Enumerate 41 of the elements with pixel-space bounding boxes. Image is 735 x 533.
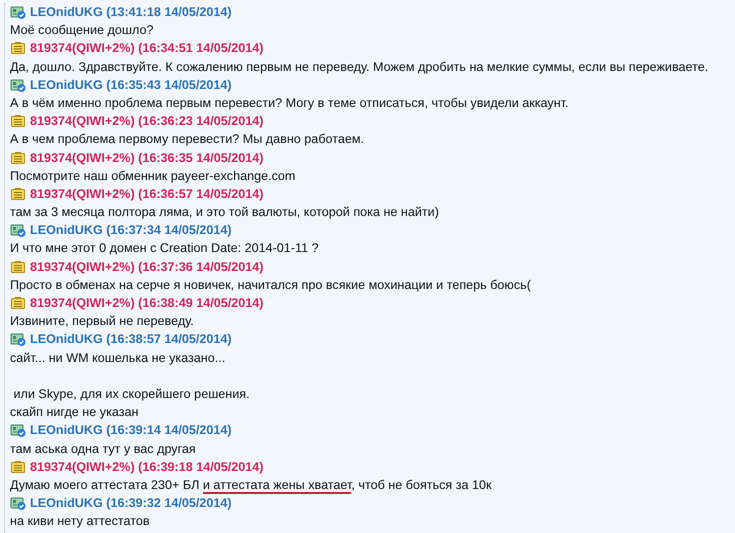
message-header: 819374(QIWI+2%) (16:37:36 14/05/2014) <box>30 260 264 274</box>
notepad-icon <box>10 260 26 274</box>
contact-card-icon <box>10 423 26 438</box>
message-header: LEOnidUKG (16:39:14 14/05/2014) <box>30 423 232 438</box>
message-header: 819374(QIWI+2%) (16:34:51 14/05/2014) <box>30 41 264 56</box>
contact-card-icon <box>10 78 26 92</box>
notepad-icon <box>10 186 26 201</box>
notepad-icon <box>10 460 26 474</box>
message-text: скайп нигде не указан <box>10 404 140 422</box>
notepad-icon <box>10 114 26 128</box>
message-header: 819374(QIWI+2%) (16:36:23 14/05/2014) <box>30 114 264 128</box>
message-header: LEOnidUKG (16:39:32 14/05/2014) <box>30 496 232 510</box>
message-header: LEOnidUKG (16:38:57 14/05/2014) <box>30 332 232 346</box>
message-text: И что мне этот 0 домен с Creation Date: 2014-01-11 ? <box>10 240 320 258</box>
contact-card-icon <box>10 496 26 510</box>
message-text: или Skype, для их скорейшего решения. <box>12 386 251 403</box>
message-text: сайт... ни WM кошелька не указано... <box>10 350 226 367</box>
message-header: 819374(QIWI+2%) (16:36:57 14/05/2014) <box>30 186 264 201</box>
contact-card-icon <box>10 5 26 20</box>
notepad-icon <box>10 41 26 56</box>
message-text: Да, дошло. Здравствуйте. К сожалению первым не переведу. Можем дробить на мелкие суммы, если вы переживаете. <box>10 58 710 76</box>
message-text: Посмотрите наш обменник payeer-exchange.com <box>10 168 296 185</box>
message-header: 819374(QIWI+2%) (16:39:18 14/05/2014) <box>30 460 264 474</box>
message-text: Моё сообщение дошло? <box>10 22 154 40</box>
notepad-icon <box>10 296 26 310</box>
message-text: там аська одна тут у вас другая <box>10 440 197 458</box>
message-text: Извините, первый не переведу. <box>10 313 195 330</box>
message-header: LEOnidUKG (16:37:34 14/05/2014) <box>30 223 232 238</box>
contact-card-icon <box>10 332 26 346</box>
message-text: Просто в обменах на серче я новичек, начитался про всякие мохинации и теперь боюсь( <box>10 276 532 294</box>
message-text: Думаю моего аттестата 230+ БЛ и аттестата жены хватает, чтоб не бояться за 10к <box>10 476 493 494</box>
message-text: там за 3 месяца полтора ляма, и это той валюты, которой пока не найти) <box>10 204 440 222</box>
message-text: на киви нету аттестатов <box>10 513 151 530</box>
message-text: А в чём именно проблема первым перевести? Могу в теме отписаться, чтобы увидели аккаунт. <box>10 94 570 112</box>
message-text: А в чем проблема первому перевести? Мы давно работаем. <box>10 131 366 148</box>
message-header: LEOnidUKG (13:41:18 14/05/2014) <box>30 5 232 20</box>
message-header: 819374(QIWI+2%) (16:36:35 14/05/2014) <box>30 150 264 165</box>
notepad-icon <box>10 150 26 165</box>
message-header: LEOnidUKG (16:35:43 14/05/2014) <box>30 78 232 92</box>
message-header: 819374(QIWI+2%) (16:38:49 14/05/2014) <box>30 296 264 310</box>
contact-card-icon <box>10 223 26 238</box>
